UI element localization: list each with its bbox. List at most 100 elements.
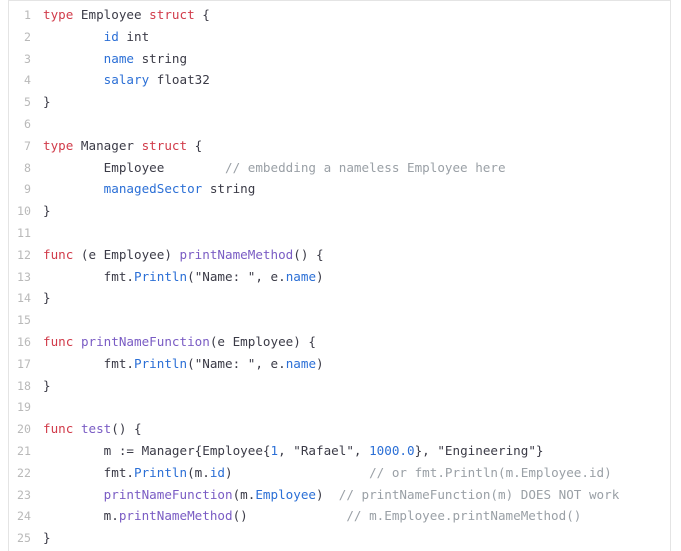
code-line[interactable]: 18}: [0, 375, 681, 397]
token-plain: (m.: [232, 486, 256, 502]
code-line[interactable]: 3 name string: [0, 48, 681, 70]
line-number: 9: [24, 182, 31, 197]
token-plain: m.: [103, 508, 119, 524]
token-plain: string: [202, 181, 256, 197]
token-punct: {: [194, 7, 210, 22]
code-text: }: [43, 287, 51, 309]
line-number: 12: [17, 247, 31, 262]
token-plain: string: [134, 50, 188, 66]
line-number: 25: [17, 531, 31, 546]
token-fn: printNameFunction: [103, 486, 233, 502]
line-number: 17: [17, 356, 31, 371]
code-line[interactable]: 17 fmt.Println("Name: ", e.name): [0, 353, 681, 375]
line-number: 19: [17, 400, 31, 415]
token-fn: printNameMethod: [118, 508, 233, 524]
token-prop: managedSector: [103, 181, 203, 197]
token-punct: }: [535, 442, 544, 458]
code-line[interactable]: 9 managedSector string: [0, 178, 681, 200]
token-punct: {: [187, 137, 203, 153]
token-str: "Name: ": [194, 355, 256, 371]
code-line[interactable]: 1 type Employee struct {: [0, 4, 681, 26]
code-line[interactable]: 14}: [0, 287, 681, 309]
code-line[interactable]: 22 fmt.Println(m.id) // or fmt.Println(m…: [0, 462, 681, 484]
code-text: m := Manager{Employee{1, "Rafael", 1000.…: [43, 440, 544, 462]
code-line[interactable]: 16 func printNameFunction(e Employee) {: [0, 331, 681, 353]
code-line[interactable]: 8 Employee // embedding a nameless Emplo…: [0, 157, 681, 179]
line-number: 1: [24, 8, 31, 22]
code-line[interactable]: 24 m.printNameMethod() // m.Employee.pri…: [0, 505, 681, 527]
code-text: fmt.Println(m.id) // or fmt.Println(m.Em…: [43, 462, 612, 484]
code-line[interactable]: 5}: [0, 91, 681, 113]
token-kw: func: [43, 333, 74, 349]
code-viewer[interactable]: 1 type Employee struct {2 id int 3 name st…: [0, 0, 681, 551]
line-number: 10: [17, 204, 31, 219]
code-line[interactable]: 4 salary float32: [0, 69, 681, 91]
code-line[interactable]: 20 func test() {: [0, 418, 681, 440]
code-line[interactable]: 13 fmt.Println("Name: ", e.name): [0, 266, 681, 288]
code-text: }: [43, 200, 51, 222]
line-number: 15: [17, 313, 31, 328]
code-line[interactable]: 11: [0, 222, 681, 244]
code-text: type Employee struct {: [43, 4, 210, 26]
code-text: m.printNameMethod() // m.Employee.printN…: [43, 505, 582, 527]
line-number: 14: [17, 291, 31, 306]
token-kw: struct: [149, 7, 195, 22]
token-punct: () {: [111, 421, 142, 437]
code-line[interactable]: 10}: [0, 200, 681, 222]
code-line[interactable]: 15: [0, 309, 681, 331]
token-prop: Println: [134, 355, 188, 371]
token-plain: ,: [353, 442, 370, 458]
code-line[interactable]: 21 m := Manager{Employee{1, "Rafael", 10…: [0, 440, 681, 462]
token-punct: (: [187, 355, 195, 371]
code-text: salary float32: [43, 69, 210, 91]
token-prop: Println: [134, 464, 188, 480]
token-prop: name: [285, 268, 317, 284]
token-kw: func: [43, 246, 74, 262]
token-prop: name: [103, 50, 135, 66]
code-text: type Manager struct {: [43, 135, 202, 157]
token-prop: Employee: [255, 486, 316, 502]
code-text: name string: [43, 48, 187, 70]
token-plain: },: [414, 442, 438, 458]
code-line[interactable]: 25}: [0, 527, 681, 549]
token-prop: id: [209, 464, 226, 480]
code-line[interactable]: 7 type Manager struct {: [0, 135, 681, 157]
token-plain: fmt.: [103, 464, 135, 480]
code-text: Employee // embedding a nameless Employe…: [43, 157, 506, 179]
line-number: 16: [17, 334, 31, 349]
line-number: 5: [24, 95, 31, 110]
token-str: "Name: ": [194, 268, 256, 284]
line-number: 3: [24, 51, 31, 66]
code-text: printNameFunction(m.Employee) // printNa…: [43, 484, 620, 506]
token-plain: , e.: [255, 355, 286, 371]
code-text: }: [43, 375, 51, 397]
token-plain: int: [118, 28, 150, 44]
token-str: "Rafael": [293, 442, 354, 458]
token-comment: // embedding a nameless Employee here: [225, 159, 506, 175]
code-line-list: 1 type Employee struct {2 id int 3 name st…: [0, 0, 681, 551]
token-fn: printNameMethod: [179, 246, 294, 262]
code-text: }: [43, 91, 51, 113]
token-plain: Employee: [103, 159, 165, 175]
token-kw: struct: [141, 137, 188, 153]
code-line[interactable]: 2 id int: [0, 26, 681, 48]
token-plain: fmt.: [103, 355, 135, 371]
code-line[interactable]: 6: [0, 113, 681, 135]
token-prop: salary: [103, 72, 150, 88]
line-number: 23: [17, 487, 31, 502]
token-punct: }: [43, 290, 51, 306]
code-line[interactable]: 12 func (e Employee) printNameMethod() {: [0, 244, 681, 266]
code-line[interactable]: 23 printNameFunction(m.Employee) // prin…: [0, 484, 681, 506]
code-line[interactable]: 19: [0, 396, 681, 418]
token-comment: // printNameFunction(m) DOES NOT work: [338, 486, 620, 502]
token-punct: (): [232, 508, 248, 524]
line-number: 8: [24, 160, 31, 175]
